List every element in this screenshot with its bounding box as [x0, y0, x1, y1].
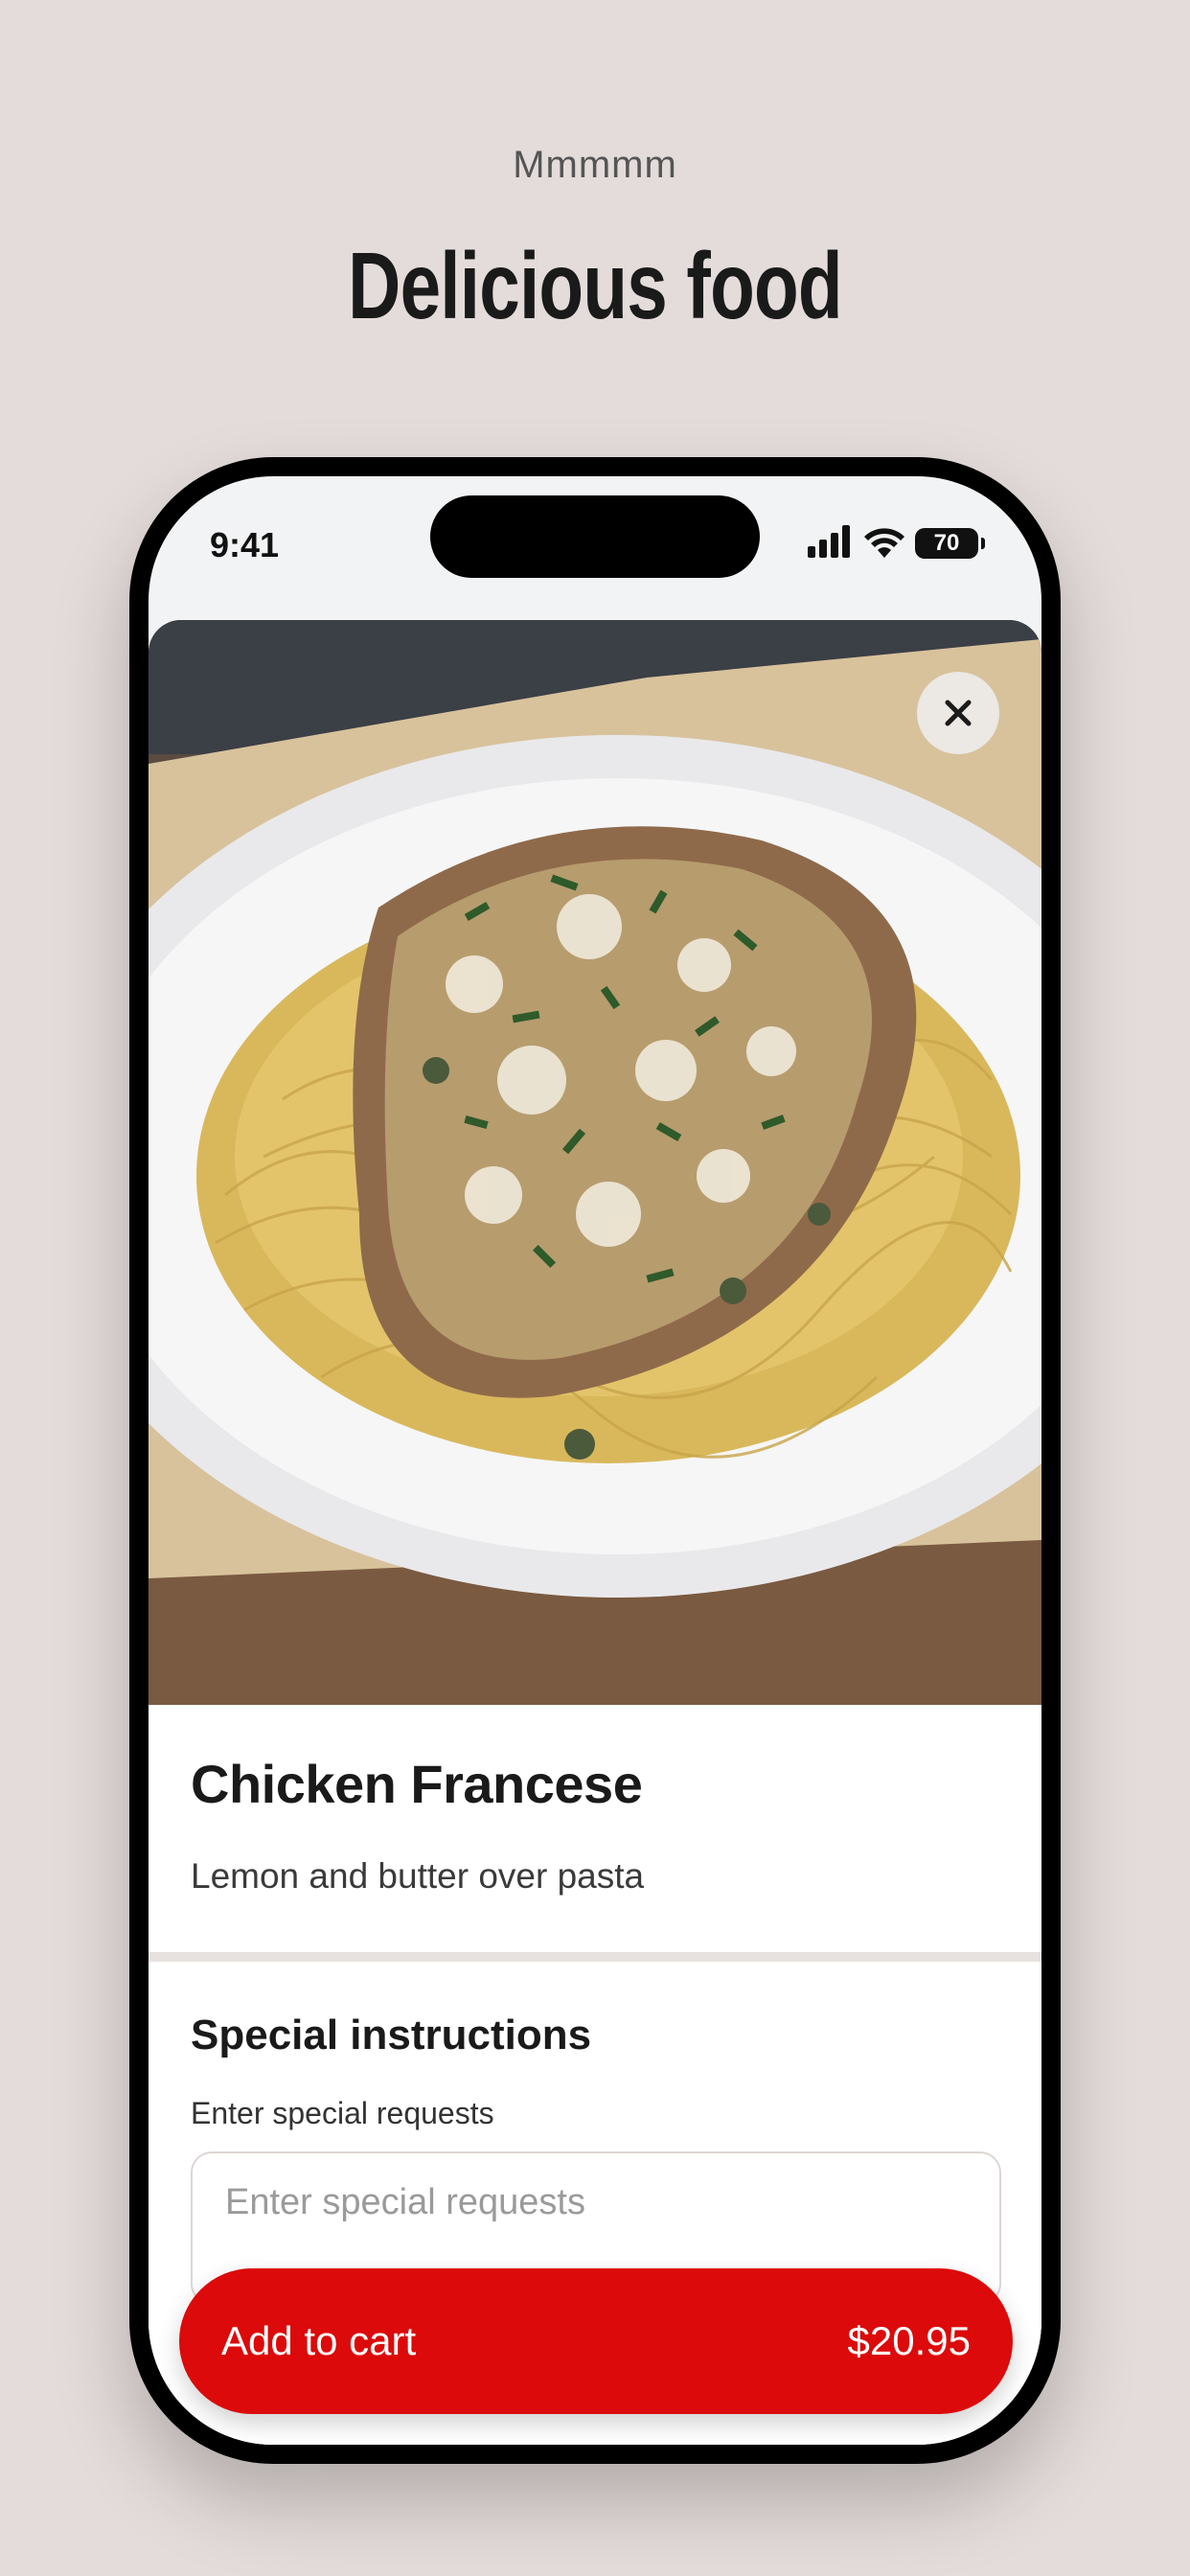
item-info: Chicken Francese Lemon and butter over p… [149, 1705, 1041, 1952]
item-photo [149, 620, 1041, 1705]
wifi-icon [863, 525, 905, 563]
special-instructions-label: Enter special requests [191, 2096, 494, 2130]
status-time: 9:41 [210, 525, 280, 564]
promo-headline: Delicious food [348, 233, 842, 338]
phone-screen: 9:41 70 Chicken Francese Lemon and butte… [149, 476, 1041, 2445]
close-icon [945, 700, 972, 726]
item-title: Chicken Francese [191, 1754, 643, 1814]
status-icons: 70 [808, 524, 985, 563]
add-to-cart-button[interactable]: Add to cart $20.95 [179, 2268, 1013, 2414]
item-description: Lemon and butter over pasta [191, 1856, 645, 1896]
add-to-cart-label: Add to cart [221, 2318, 417, 2363]
promo-eyebrow: Mmmmm [513, 144, 677, 186]
item-detail-sheet: Chicken Francese Lemon and butter over p… [149, 620, 1041, 2445]
special-instructions-title: Special instructions [191, 2012, 592, 2058]
section-divider [149, 1952, 1041, 1962]
phone-frame: 9:41 70 Chicken Francese Lemon and butte… [129, 457, 1061, 2464]
close-button[interactable] [917, 672, 999, 754]
signal-icon [808, 524, 854, 563]
battery-icon: 70 [915, 528, 985, 559]
cart-price: $20.95 [847, 2318, 971, 2363]
dynamic-island [430, 495, 760, 578]
